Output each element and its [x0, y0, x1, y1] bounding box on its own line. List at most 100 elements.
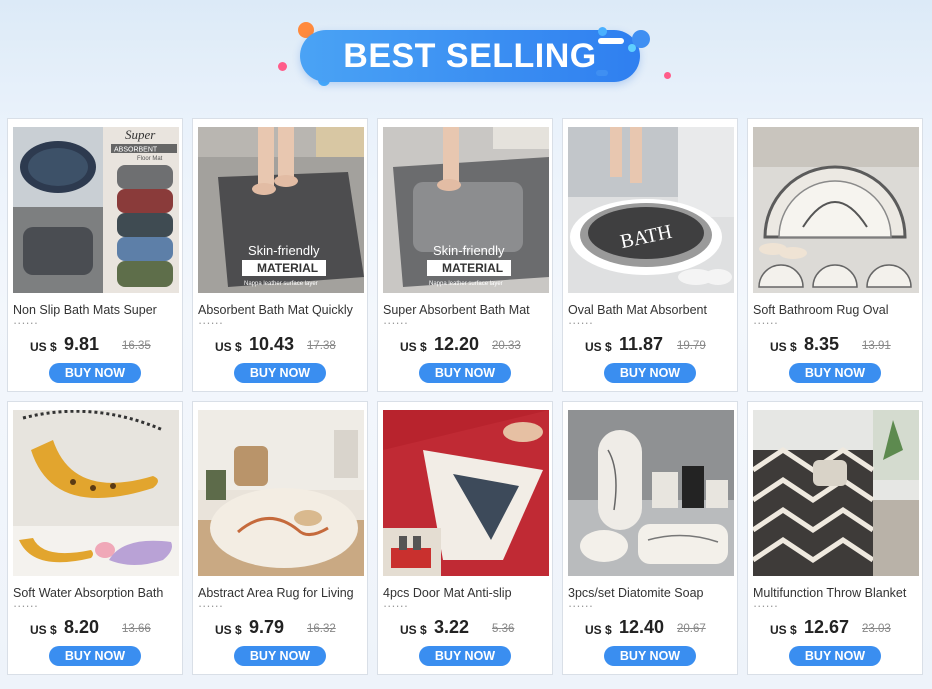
buy-now-button[interactable]: BUY NOW: [789, 363, 881, 383]
image-caption: Skin-friendly: [248, 243, 320, 258]
sale-price: 9.81: [64, 334, 100, 354]
svg-text:ABSORBENT: ABSORBENT: [114, 147, 158, 154]
product-card[interactable]: Skin-friendly MATERIAL Nappa leather sur…: [192, 118, 368, 392]
product-name[interactable]: Multifunction Throw Blanket: [753, 586, 919, 601]
buy-now-button[interactable]: BUY NOW: [789, 646, 881, 666]
decor-dash: [598, 38, 624, 44]
throw-blanket-image: [753, 410, 919, 576]
sale-price: 3.22: [434, 617, 470, 637]
product-card[interactable]: Soft Bathroom Rug Oval ······ US $ 8.35 …: [747, 118, 923, 392]
svg-text:Nappa leather surface layer: Nappa leather surface layer: [244, 281, 318, 287]
product-name[interactable]: Super Absorbent Bath Mat: [383, 303, 549, 318]
product-card[interactable]: Abstract Area Rug for Living ······ US $…: [192, 401, 368, 675]
door-mat-gripper-image: [383, 410, 549, 576]
price-row: US $ 12.67 23.03: [748, 616, 924, 640]
product-image[interactable]: BATH: [568, 127, 734, 293]
product-image[interactable]: [568, 410, 734, 576]
decor-dot: [598, 27, 607, 36]
product-image[interactable]: [753, 410, 919, 576]
bath-mat-image: BATH: [568, 127, 734, 293]
price-row: US $ 9.79 16.32: [193, 616, 369, 640]
product-name[interactable]: Soft Water Absorption Bath: [13, 586, 179, 601]
buy-now-button[interactable]: BUY NOW: [234, 646, 326, 666]
original-price: 16.35: [122, 340, 151, 352]
product-name[interactable]: Abstract Area Rug for Living: [198, 586, 364, 601]
svg-text:MATERIAL: MATERIAL: [257, 261, 318, 275]
product-card[interactable]: BATH Oval Bath Mat Absorbent ······ US $…: [562, 118, 738, 392]
product-name-overflow: ······: [753, 319, 778, 327]
product-image[interactable]: [13, 410, 179, 576]
product-name-overflow: ······: [568, 602, 593, 610]
buy-now-button[interactable]: BUY NOW: [234, 363, 326, 383]
product-image[interactable]: [753, 127, 919, 293]
product-image[interactable]: Skin-friendly MATERIAL Nappa leather sur…: [198, 127, 364, 293]
product-card[interactable]: Super ABSORBENT Floor Mat Non Slip Bath …: [7, 118, 183, 392]
area-rug-image: [198, 410, 364, 576]
currency-label: US $: [215, 340, 242, 354]
product-name-overflow: ······: [383, 319, 408, 327]
svg-text:Nappa leather surface layer: Nappa leather surface layer: [429, 281, 503, 287]
buy-now-button[interactable]: BUY NOW: [49, 646, 141, 666]
page-title: BEST SELLING: [343, 37, 597, 75]
price-row: US $ 12.40 20.67: [563, 616, 739, 640]
product-name-overflow: ······: [13, 602, 38, 610]
product-image[interactable]: [383, 410, 549, 576]
sale-price: 8.20: [64, 617, 100, 637]
sale-price: 11.87: [619, 334, 664, 354]
svg-text:MATERIAL: MATERIAL: [442, 261, 503, 275]
bath-mat-image: Skin-friendly MATERIAL Nappa leather sur…: [383, 127, 549, 293]
product-name-overflow: ······: [13, 319, 38, 327]
product-name-overflow: ······: [568, 319, 593, 327]
price-row: US $ 8.35 13.91: [748, 333, 924, 357]
product-card[interactable]: Multifunction Throw Blanket ······ US $ …: [747, 401, 923, 675]
buy-now-button[interactable]: BUY NOW: [419, 363, 511, 383]
original-price: 20.67: [677, 623, 706, 635]
price-row: US $ 8.20 13.66: [8, 616, 184, 640]
currency-label: US $: [30, 340, 57, 354]
banana-rug-image: [13, 410, 179, 576]
currency-label: US $: [770, 340, 797, 354]
currency-label: US $: [400, 623, 427, 637]
sale-price: 8.35: [804, 334, 840, 354]
diatomite-soap-image: [568, 410, 734, 576]
product-image[interactable]: Skin-friendly MATERIAL Nappa leather sur…: [383, 127, 549, 293]
currency-label: US $: [585, 623, 612, 637]
product-card[interactable]: 4pcs Door Mat Anti-slip ······ US $ 3.22…: [377, 401, 553, 675]
buy-now-button[interactable]: BUY NOW: [604, 646, 696, 666]
product-name[interactable]: Oval Bath Mat Absorbent: [568, 303, 734, 318]
currency-label: US $: [215, 623, 242, 637]
price-row: US $ 9.81 16.35: [8, 333, 184, 357]
currency-label: US $: [30, 623, 57, 637]
product-name[interactable]: 4pcs Door Mat Anti-slip: [383, 586, 549, 601]
product-image[interactable]: Super ABSORBENT Floor Mat: [13, 127, 179, 293]
sale-price: 12.67: [804, 617, 850, 637]
buy-now-button[interactable]: BUY NOW: [604, 363, 696, 383]
price-row: US $ 11.87 19.79: [563, 333, 739, 357]
product-card[interactable]: 3pcs/set Diatomite Soap ······ US $ 12.4…: [562, 401, 738, 675]
best-selling-banner: BEST SELLING: [0, 0, 932, 110]
price-row: US $ 12.20 20.33: [378, 333, 554, 357]
original-price: 13.91: [862, 340, 891, 352]
product-name-overflow: ······: [383, 602, 408, 610]
product-name[interactable]: Absorbent Bath Mat Quickly: [198, 303, 364, 318]
image-caption: Super: [125, 127, 156, 142]
product-name-overflow: ······: [753, 602, 778, 610]
product-name[interactable]: Non Slip Bath Mats Super: [13, 303, 179, 318]
original-price: 20.33: [492, 340, 521, 352]
svg-text:Floor Mat: Floor Mat: [137, 156, 163, 162]
sale-price: 9.79: [249, 617, 285, 637]
original-price: 17.38: [307, 340, 336, 352]
product-card[interactable]: Skin-friendly MATERIAL Nappa leather sur…: [377, 118, 553, 392]
bath-mat-image: Super ABSORBENT Floor Mat: [13, 127, 179, 293]
product-name[interactable]: Soft Bathroom Rug Oval: [753, 303, 919, 318]
decor-dot: [664, 72, 671, 79]
original-price: 13.66: [122, 623, 151, 635]
currency-label: US $: [400, 340, 427, 354]
product-card[interactable]: Soft Water Absorption Bath ······ US $ 8…: [7, 401, 183, 675]
product-name[interactable]: 3pcs/set Diatomite Soap: [568, 586, 734, 601]
currency-label: US $: [770, 623, 797, 637]
product-image[interactable]: [198, 410, 364, 576]
buy-now-button[interactable]: BUY NOW: [419, 646, 511, 666]
buy-now-button[interactable]: BUY NOW: [49, 363, 141, 383]
original-price: 16.32: [307, 623, 336, 635]
